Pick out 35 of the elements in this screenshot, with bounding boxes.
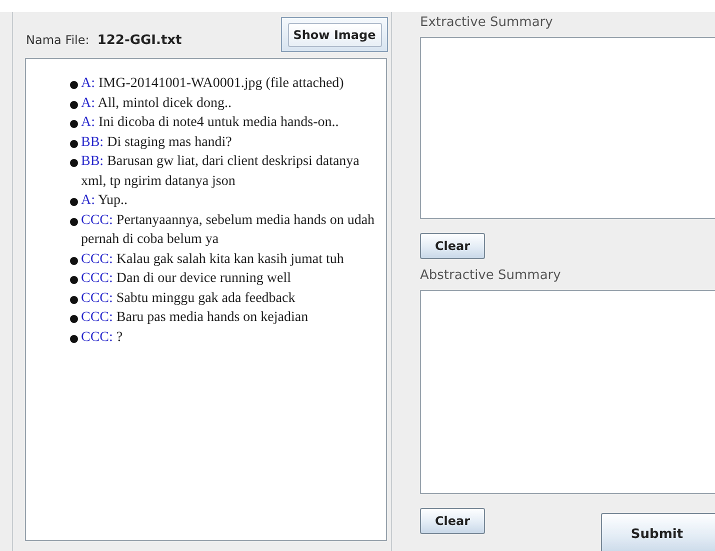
bullet-icon	[70, 256, 78, 264]
chat-message: A: Yup..	[81, 192, 128, 210]
bullet-icon	[70, 218, 78, 226]
chat-message: CCC: Dan di our device running well	[81, 270, 291, 288]
submit-button[interactable]: Submit	[601, 513, 715, 551]
bullet-icon	[70, 198, 78, 206]
file-name: 122-GGI.txt	[97, 33, 182, 48]
show-image-button[interactable]: Show Image	[288, 22, 382, 46]
bullet-icon	[70, 276, 78, 284]
bullet-icon	[70, 296, 78, 304]
summary-text-area[interactable]	[420, 37, 715, 219]
chat-message: CCC: Pertanyaannya, sebelum media hands on udah pernah di coba belum ya	[81, 212, 376, 249]
chat-message: CCC: ?	[81, 328, 123, 346]
chat-message: BB: Barusan gw liat, dari client deskripsi datanya xml, tp ngirim datanya json	[81, 153, 360, 190]
chat-text-area[interactable]	[25, 58, 387, 541]
chat-message: A: Ini dicoba di note4 untuk media hands-on..	[81, 114, 339, 132]
bullet-icon	[70, 140, 78, 148]
bullet-icon	[70, 334, 78, 342]
clear-button[interactable]: Clear	[420, 508, 485, 534]
bullet-icon	[70, 315, 78, 323]
file-name-label: Nama File:	[26, 33, 90, 47]
chat-message: A: IMG-20141001-WA0001.jpg (file attached)	[81, 75, 344, 93]
bullet-icon	[70, 81, 78, 89]
bullet-icon	[70, 100, 78, 108]
chat-message: CCC: Sabtu minggu gak ada feedback	[81, 290, 296, 308]
bullet-icon	[70, 159, 78, 167]
chat-message: BB: Di staging mas handi?	[81, 134, 232, 152]
summary-text-area[interactable]	[420, 290, 715, 494]
clear-button[interactable]: Clear	[420, 233, 485, 259]
bullet-icon	[70, 120, 78, 128]
summary-title: Abstractive Summary	[420, 267, 561, 284]
chat-message: CCC: Kalau gak salah kita kan kasih jumat tuh	[81, 250, 344, 268]
summary-title: Extractive Summary	[420, 14, 553, 31]
chat-message: CCC: Baru pas media hands on kejadian	[81, 309, 308, 327]
chat-message: A: All, mintol dicek dong..	[81, 94, 232, 112]
